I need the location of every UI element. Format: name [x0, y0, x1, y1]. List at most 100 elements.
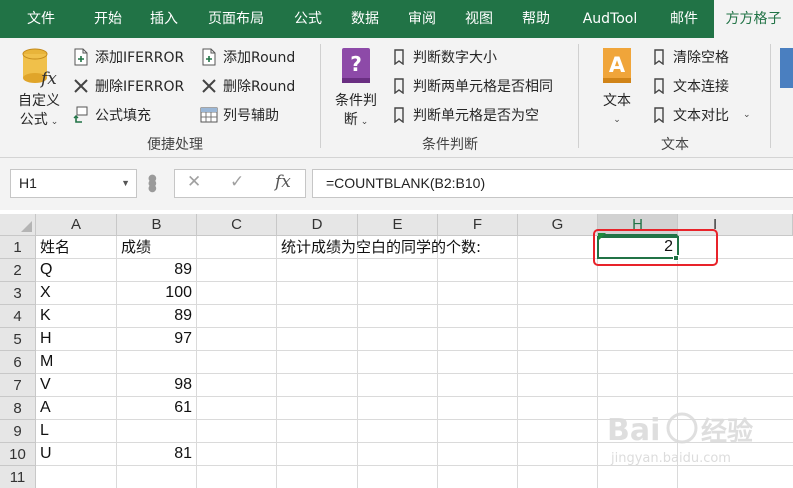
tab-fangfang-gezi[interactable]: 方方格子: [714, 0, 793, 38]
row-header-9[interactable]: 9: [0, 420, 36, 443]
column-header-c[interactable]: C: [197, 214, 277, 236]
tab-help[interactable]: 帮助: [512, 0, 560, 38]
splitter-dots-icon[interactable]: ● ● ●: [148, 174, 157, 194]
column-header-h[interactable]: H: [598, 214, 678, 236]
chevron-down-icon: ⌄: [50, 117, 59, 127]
select-all-button[interactable]: [0, 214, 36, 236]
text-button-label: 文本: [603, 93, 631, 109]
ribbon-separator: [770, 44, 771, 148]
cell-a4[interactable]: K: [36, 305, 116, 327]
tab-file[interactable]: 文件: [12, 0, 70, 38]
column-header-f[interactable]: F: [438, 214, 518, 236]
row-header-1[interactable]: 1: [0, 236, 36, 259]
text-a-icon: A: [601, 46, 633, 86]
add-round-button[interactable]: 添加Round: [200, 45, 295, 69]
enter-check-icon[interactable]: ✓: [230, 172, 244, 192]
cell-b5[interactable]: 97: [117, 328, 196, 350]
fill-handle[interactable]: [673, 255, 679, 261]
delete-x-icon: [200, 77, 218, 95]
column-header-g[interactable]: G: [518, 214, 598, 236]
column-header-e[interactable]: E: [358, 214, 438, 236]
row-header-3[interactable]: 3: [0, 282, 36, 305]
column-helper-button[interactable]: 列号辅助: [200, 103, 279, 127]
tab-formulas[interactable]: 公式: [284, 0, 332, 38]
group-label-condition: 条件判断: [422, 137, 478, 153]
formula-indicator-triangle-icon: [598, 233, 606, 241]
cell-d1[interactable]: 统计成绩为空白的同学的个数:: [277, 236, 597, 258]
cell-b9[interactable]: [117, 420, 196, 442]
cell-a8[interactable]: A: [36, 397, 116, 419]
delete-round-button[interactable]: 删除Round: [200, 74, 295, 98]
column-header-i[interactable]: I: [678, 214, 793, 236]
gridline: [437, 236, 438, 488]
svg-text:fx: fx: [39, 69, 57, 89]
tab-page-layout[interactable]: 页面布局: [196, 0, 276, 38]
name-box[interactable]: H1 ▼: [10, 169, 137, 198]
tab-mailings[interactable]: 邮件: [660, 0, 708, 38]
database-fx-icon: fx: [19, 46, 59, 90]
cell-b7[interactable]: 98: [117, 374, 196, 396]
cell-a2[interactable]: Q: [36, 259, 116, 281]
row-header-4[interactable]: 4: [0, 305, 36, 328]
judge-two-cells-same-button[interactable]: 判断两单元格是否相同: [390, 74, 553, 98]
cancel-icon[interactable]: ✕: [187, 172, 201, 192]
tab-data[interactable]: 数据: [341, 0, 389, 38]
row-header-2[interactable]: 2: [0, 259, 36, 282]
tab-review[interactable]: 审阅: [398, 0, 446, 38]
bookmark-icon: [390, 77, 408, 95]
custom-formula-label-2: 公式 ⌄: [19, 112, 59, 128]
judge-number-size-button[interactable]: 判断数字大小: [390, 45, 497, 69]
cell-a7[interactable]: V: [36, 374, 116, 396]
add-iferror-button[interactable]: 添加IFERROR: [72, 45, 184, 69]
text-button[interactable]: A 文本 ⌄: [592, 46, 642, 130]
insert-function-fx-icon[interactable]: fx: [275, 172, 291, 192]
condition-judge-button[interactable]: ? 条件判 断 ⌄: [330, 46, 382, 132]
gridline: [276, 236, 277, 488]
bookmark-icon: [650, 48, 668, 66]
text-concat-button[interactable]: 文本连接: [650, 74, 729, 98]
tab-audtool[interactable]: AudTool: [570, 0, 650, 38]
column-header-a[interactable]: A: [36, 214, 117, 236]
cell-b3[interactable]: 100: [117, 282, 196, 304]
tab-view[interactable]: 视图: [455, 0, 503, 38]
ribbon-tab-bar: 文件 开始 插入 页面布局 公式 数据 审阅 视图 帮助 AudTool 邮件 …: [0, 0, 793, 38]
cell-h1[interactable]: 2: [597, 236, 679, 259]
group-label-text: 文本: [661, 137, 689, 153]
row-header-11[interactable]: 11: [0, 466, 36, 488]
cell-b8[interactable]: 61: [117, 397, 196, 419]
cell-b6[interactable]: [117, 351, 196, 373]
group-label-quick: 便捷处理: [147, 137, 203, 153]
row-header-6[interactable]: 6: [0, 351, 36, 374]
cell-a5[interactable]: H: [36, 328, 116, 350]
judge-cell-empty-button[interactable]: 判断单元格是否为空: [390, 103, 539, 127]
chevron-down-icon[interactable]: ▼: [121, 170, 130, 197]
gridline: [517, 236, 518, 488]
custom-formula-label-1: 自定义: [18, 93, 60, 109]
partial-ribbon-icon[interactable]: [780, 48, 793, 88]
row-header-10[interactable]: 10: [0, 443, 36, 466]
cell-b2[interactable]: 89: [117, 259, 196, 281]
cell-a10[interactable]: U: [36, 443, 116, 465]
row-header-5[interactable]: 5: [0, 328, 36, 351]
column-header-b[interactable]: B: [117, 214, 197, 236]
text-compare-button[interactable]: 文本对比 ⌄: [650, 103, 751, 127]
row-header-8[interactable]: 8: [0, 397, 36, 420]
tab-insert[interactable]: 插入: [138, 0, 190, 38]
cell-b10[interactable]: 81: [117, 443, 196, 465]
column-header-d[interactable]: D: [277, 214, 358, 236]
delete-x-icon: [72, 77, 90, 95]
cell-a3[interactable]: X: [36, 282, 116, 304]
row-header-7[interactable]: 7: [0, 374, 36, 397]
cell-a9[interactable]: L: [36, 420, 116, 442]
cell-b1[interactable]: 成绩: [117, 236, 196, 258]
delete-iferror-button[interactable]: 删除IFERROR: [72, 74, 184, 98]
cell-a1[interactable]: 姓名: [36, 236, 116, 258]
formula-fill-button[interactable]: 公式填充: [72, 103, 151, 127]
custom-formula-button[interactable]: fx 自定义 公式 ⌄: [10, 46, 68, 132]
formula-input[interactable]: =COUNTBLANK(B2:B10): [312, 169, 793, 198]
cell-a6[interactable]: M: [36, 351, 116, 373]
cell-b4[interactable]: 89: [117, 305, 196, 327]
formula-actions: ✕ ✓ fx: [174, 169, 306, 198]
tab-home[interactable]: 开始: [80, 0, 136, 38]
clear-spaces-button[interactable]: 清除空格: [650, 45, 729, 69]
